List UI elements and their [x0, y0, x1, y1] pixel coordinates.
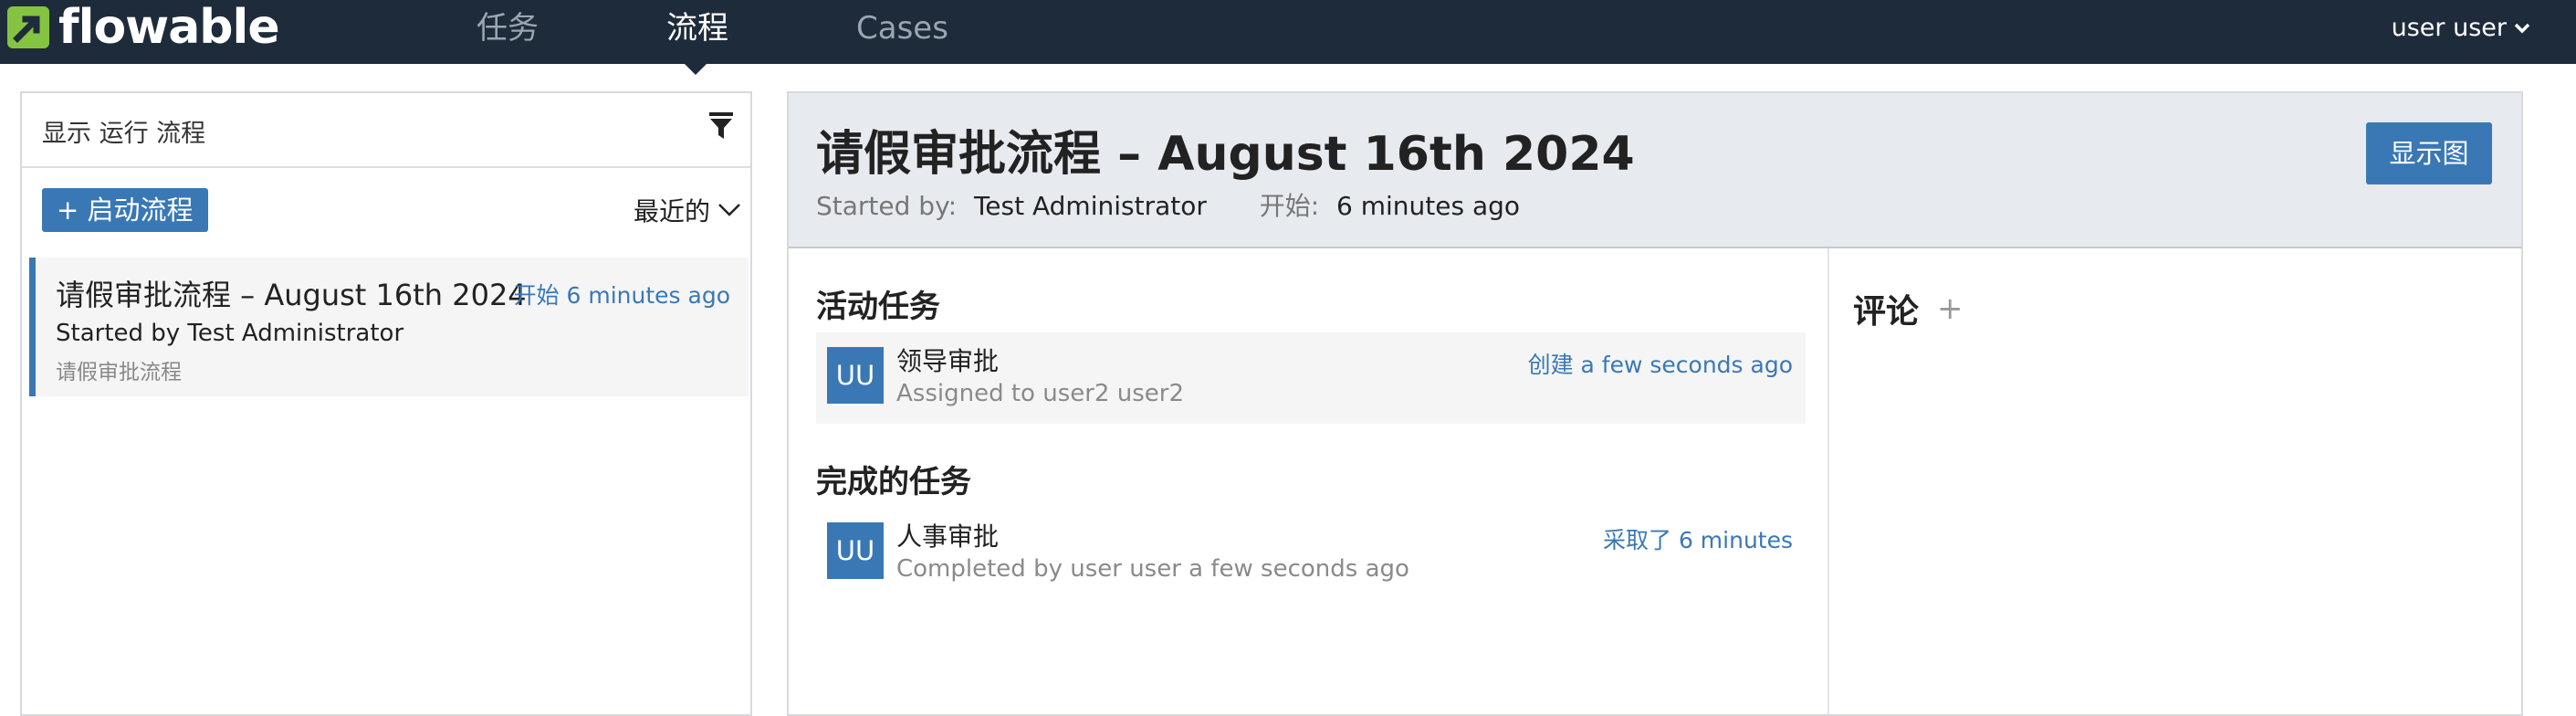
process-list-panel: 显示 运行 流程 + 启动流程 最近的 请假审批流程 – August 16th…	[20, 91, 752, 716]
process-meta: Started by: Test Administrator 开始: 6 min…	[816, 186, 1520, 223]
started-by-value: Test Administrator	[973, 191, 1207, 221]
filter-icon[interactable]	[708, 111, 734, 141]
start-process-button[interactable]: + 启动流程	[42, 188, 208, 232]
sort-dropdown[interactable]: 最近的	[634, 192, 741, 228]
avatar: UU	[827, 347, 884, 404]
process-detail-header: 请假审批流程 – August 16th 2024 Started by: Te…	[789, 93, 2521, 248]
process-title: 请假审批流程 – August 16th 2024	[816, 127, 1635, 182]
flowable-logo[interactable]: flowable	[5, 0, 280, 55]
top-navbar: flowable 任务 流程 Cases user user	[0, 0, 2576, 64]
filter-summary: 显示 运行 流程	[42, 120, 206, 148]
filter-bar[interactable]: 显示 运行 流程	[22, 93, 750, 168]
start-time-label: 开始:	[1259, 191, 1320, 221]
comments-heading-row: 评论 +	[1853, 285, 1963, 332]
chevron-down-icon	[2514, 23, 2530, 34]
user-menu[interactable]: user user	[2392, 0, 2530, 57]
sort-label: 最近的	[633, 196, 710, 226]
started-by-label: Started by:	[816, 191, 958, 221]
avatar: UU	[827, 522, 884, 579]
nav-tab-cases[interactable]: Cases	[856, 0, 948, 57]
task-assignee: Assigned to user2 user2	[896, 380, 1184, 407]
active-tab-caret	[683, 62, 708, 75]
completed-tasks-heading: 完成的任务	[816, 464, 971, 500]
comments-column: 评论 +	[1829, 248, 2519, 714]
add-comment-button[interactable]: +	[1937, 290, 1963, 327]
process-detail-panel: 请假审批流程 – August 16th 2024 Started by: Te…	[787, 91, 2523, 716]
start-time-value: 6 minutes ago	[1336, 191, 1521, 221]
active-task-row[interactable]: UU 领导审批 Assigned to user2 user2 创建 a few…	[816, 332, 1806, 424]
task-name: 领导审批	[896, 346, 1000, 376]
task-name: 人事审批	[896, 521, 1000, 552]
process-item-start-time: 开始 6 minutes ago	[513, 282, 730, 309]
process-item-starter: Started by Test Administrator	[56, 320, 404, 347]
process-item-definition: 请假审批流程	[56, 361, 182, 384]
task-completed-by: Completed by user user a few seconds ago	[896, 555, 1409, 583]
logo-text: flowable	[58, 0, 280, 55]
tasks-column: 活动任务 UU 领导审批 Assigned to user2 user2 创建 …	[789, 248, 1829, 714]
flowable-logo-icon	[7, 6, 49, 48]
nav-tab-tasks[interactable]: 任务	[476, 0, 539, 57]
comments-heading: 评论	[1853, 293, 1920, 331]
completed-task-row[interactable]: UU 人事审批 Completed by user user a few sec…	[816, 508, 1806, 599]
chevron-down-icon	[718, 204, 740, 216]
user-name: user user	[2391, 14, 2507, 42]
active-tasks-heading: 活动任务	[816, 289, 940, 325]
show-diagram-button[interactable]: 显示图	[2366, 122, 2492, 184]
process-item-title: 请假审批流程 – August 16th 2024	[56, 278, 527, 312]
nav-tab-processes[interactable]: 流程	[666, 0, 728, 57]
process-list-item[interactable]: 请假审批流程 – August 16th 2024 开始 6 minutes a…	[29, 258, 749, 396]
task-duration: 采取了 6 minutes	[1603, 527, 1793, 553]
task-created-time: 创建 a few seconds ago	[1527, 352, 1793, 378]
